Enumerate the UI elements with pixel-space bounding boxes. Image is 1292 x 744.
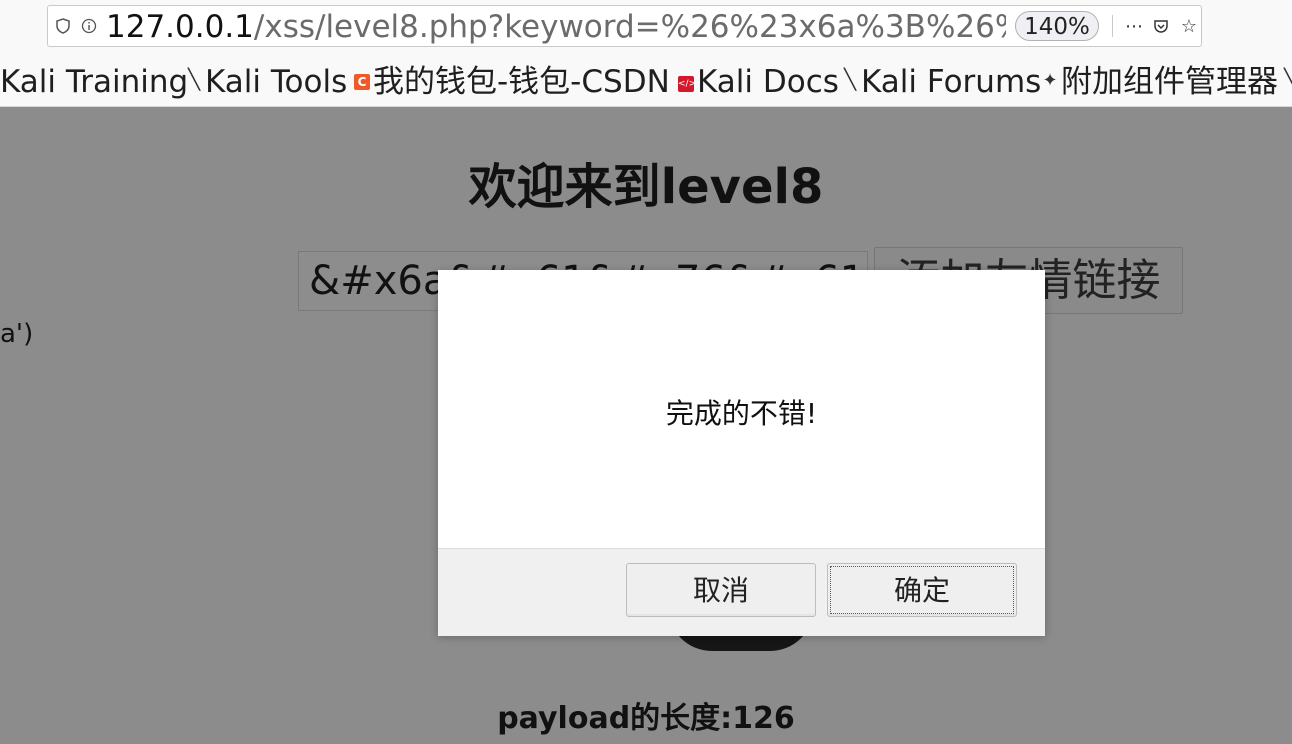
- cancel-button[interactable]: 取消: [626, 563, 816, 617]
- browser-toolbar: 127.0.0.1/xss/level8.php?keyword=%26%23x…: [0, 0, 1292, 56]
- bookmark-addons-manager[interactable]: ✦ 附加组件管理器: [1042, 60, 1278, 102]
- knife-icon: ╲: [843, 67, 857, 91]
- pocket-icon[interactable]: [1148, 12, 1174, 40]
- ok-button[interactable]: 确定: [827, 563, 1017, 617]
- bookmark-label: Kali Tools: [205, 64, 348, 100]
- bookmark-overflow[interactable]: ╲: [1282, 60, 1292, 102]
- alert-dialog: 完成的不错! 取消 确定: [438, 270, 1045, 636]
- url-host: 127.0.0.1: [106, 9, 254, 44]
- knife-icon: ╲: [1282, 69, 1292, 89]
- puzzle-icon: ✦: [1042, 70, 1058, 91]
- docs-icon: </>: [678, 76, 696, 92]
- reflected-text: a'): [0, 319, 34, 349]
- bookmark-csdn-wallet[interactable]: C 我的钱包-钱包-CSDN: [354, 60, 670, 102]
- bookmark-label: Kali Training: [0, 64, 189, 100]
- bookmark-kali-forums[interactable]: ╲ Kali Forums: [842, 60, 1041, 102]
- shield-icon[interactable]: [54, 16, 72, 36]
- payload-length-text: payload的长度:126: [497, 701, 795, 736]
- more-actions-icon[interactable]: ⋯: [1121, 12, 1147, 40]
- bookmark-label: 我的钱包-钱包-CSDN: [373, 64, 670, 100]
- bookmark-kali-docs[interactable]: </>Kali Docs: [678, 60, 839, 102]
- csdn-icon: C: [354, 74, 370, 90]
- bookmarks-toolbar: Kali Training ╲ Kali Tools C 我的钱包-钱包-CSDN …: [0, 56, 1292, 107]
- bookmark-kali-training[interactable]: Kali Training: [0, 60, 188, 102]
- knife-icon: ╲: [187, 67, 201, 91]
- url-text[interactable]: 127.0.0.1/xss/level8.php?keyword=%26%23x…: [106, 8, 1006, 44]
- address-bar[interactable]: 127.0.0.1/xss/level8.php?keyword=%26%23x…: [47, 5, 1202, 47]
- page-title: 欢迎来到level8: [468, 159, 824, 215]
- bookmark-star-icon[interactable]: ☆: [1176, 12, 1202, 40]
- dialog-footer: 取消 确定: [438, 548, 1045, 636]
- bookmark-kali-tools[interactable]: ╲ Kali Tools: [186, 60, 347, 102]
- dialog-message: 完成的不错!: [665, 397, 818, 430]
- zoom-level-button[interactable]: 140%: [1015, 11, 1099, 41]
- url-path: /xss/level8.php?keyword=%26%23x6a%3B%26%…: [253, 9, 1006, 44]
- bookmark-label: 附加组件管理器: [1061, 64, 1278, 100]
- info-icon[interactable]: [80, 16, 98, 36]
- url-divider: [1112, 15, 1113, 37]
- bookmark-label: Kali Docs: [697, 64, 839, 100]
- bookmark-label: Kali Forums: [861, 64, 1042, 100]
